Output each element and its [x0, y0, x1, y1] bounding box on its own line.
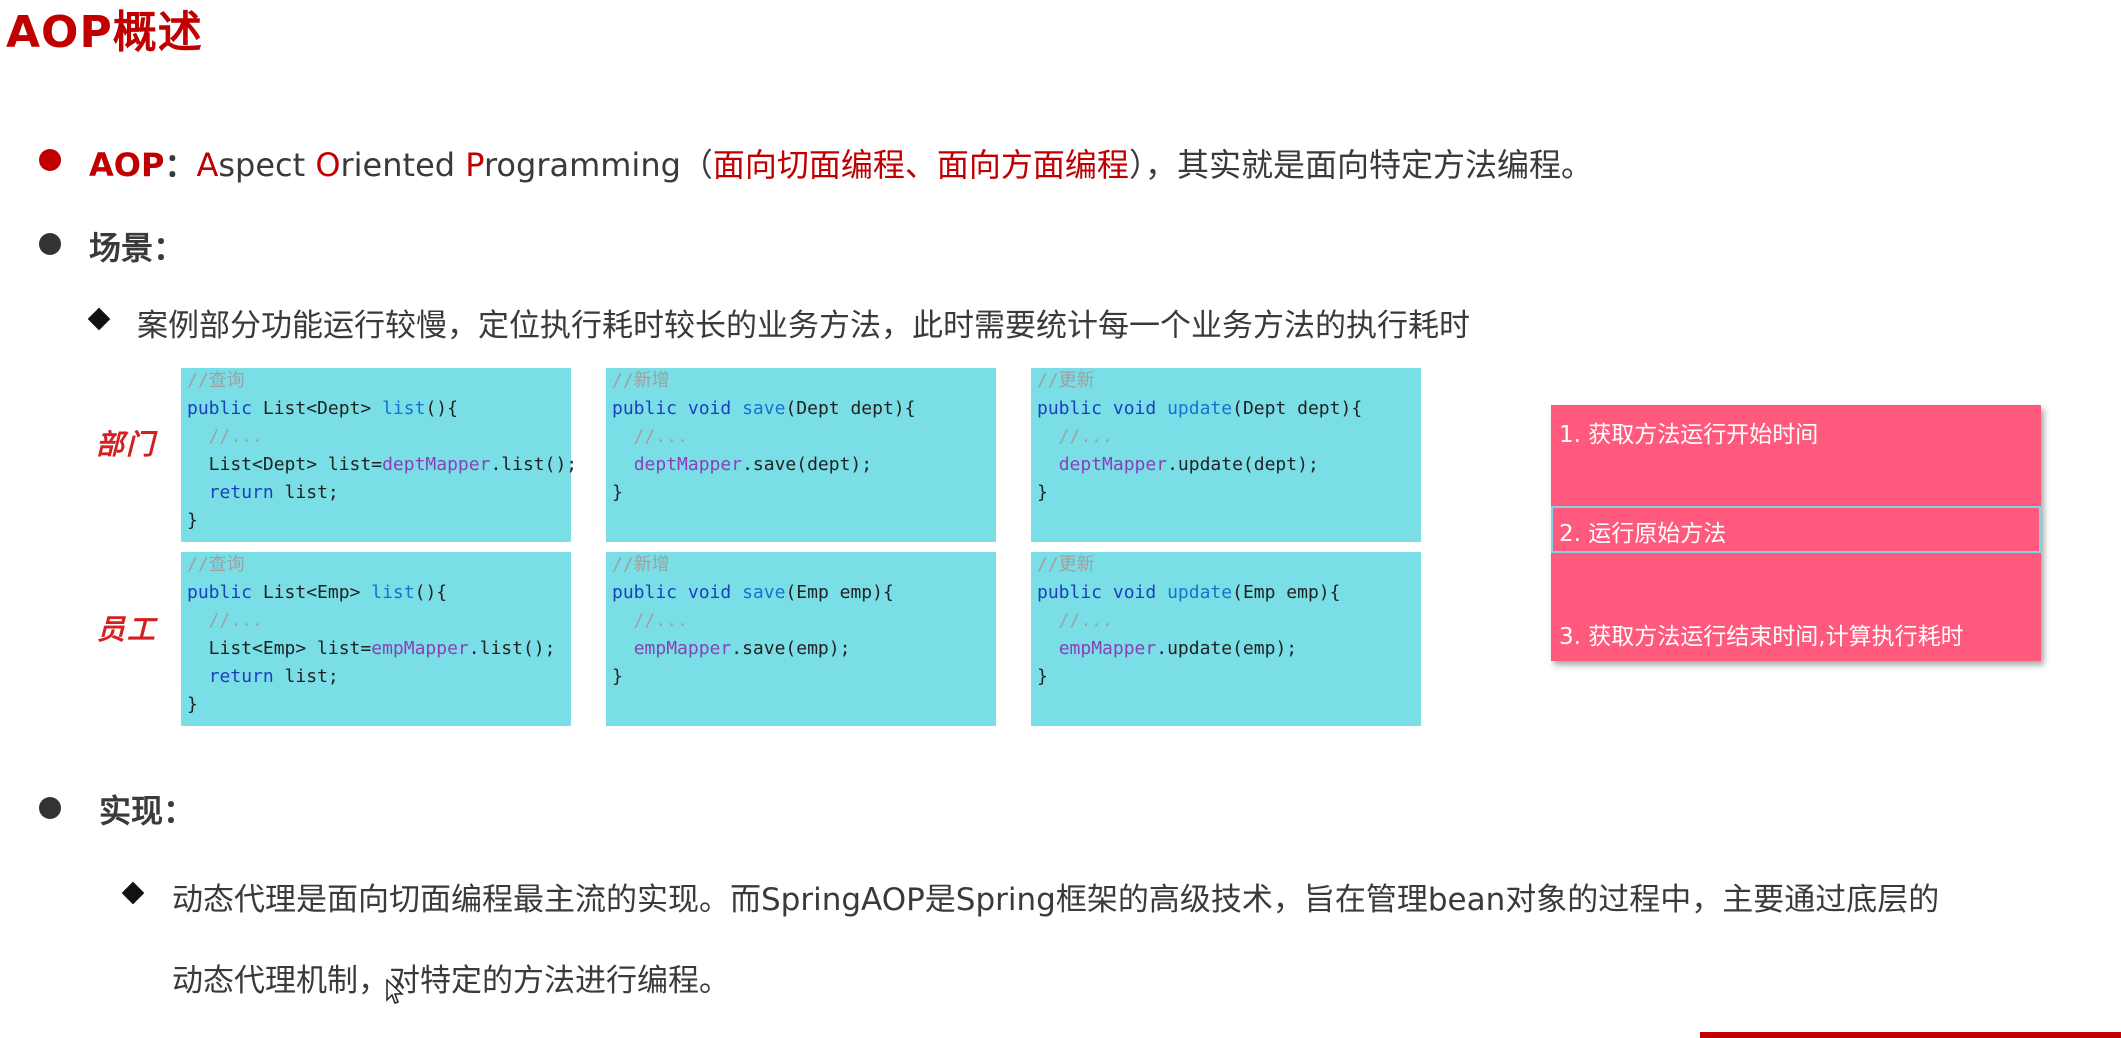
page-title: AOP概述: [6, 7, 203, 58]
code-line: public List<Dept> list(){: [187, 398, 458, 419]
code-box-emp-update: //更新 public void update(Emp emp){ //... …: [1031, 552, 1421, 726]
code-line: empMapper.save(emp);: [633, 638, 851, 659]
code-comment: //新增: [612, 554, 670, 575]
aop-paren-close: ）: [1128, 146, 1145, 184]
aop-letter-o: O: [315, 146, 341, 184]
code-comment: //更新: [1037, 554, 1095, 575]
aop-paren-open: （: [680, 146, 713, 184]
code-line: public void update(Dept dept){: [1037, 398, 1363, 419]
aop-term: AOP: [89, 146, 165, 184]
row-label-emp: 员工: [97, 613, 158, 646]
code-line: List<Dept> list=deptMapper.list();: [187, 454, 578, 475]
code-line: List<Emp> list=empMapper.list();: [187, 638, 556, 659]
code-comment: //...: [187, 426, 263, 447]
code-line: }: [612, 482, 623, 503]
code-line: return list;: [208, 482, 339, 503]
code-comment: //...: [1037, 610, 1113, 631]
code-comment: //查询: [187, 554, 245, 575]
mouse-cursor-icon: [386, 979, 404, 1004]
step-1: 1. 获取方法运行开始时间: [1559, 422, 1819, 448]
aop-rest: ，其实就是面向特定方法编程。: [1144, 146, 1593, 184]
diamond-bullet: [87, 307, 111, 331]
impl-line-1: 动态代理是面向切面编程最主流的实现。而SpringAOP是Spring框架的高级…: [172, 882, 1940, 918]
steps-panel: 1. 获取方法运行开始时间 2. 运行原始方法 3. 获取方法运行结束时间,计算…: [1551, 405, 2041, 661]
aop-letter-p: P: [465, 146, 484, 184]
code-comment: //新增: [612, 370, 670, 391]
bullet-dot: [39, 149, 61, 171]
code-comment: //...: [1037, 426, 1113, 447]
scene-heading: 场景：: [89, 229, 186, 267]
code-line: public void save(Dept dept){: [612, 398, 916, 419]
aop-word-spect: spect: [218, 146, 316, 184]
code-line: public List<Emp> list(){: [187, 582, 448, 603]
diamond-bullet: [121, 881, 145, 905]
code-comment: //...: [612, 610, 688, 631]
code-comment: //查询: [187, 370, 245, 391]
code-box-dept-save: //新增 public void save(Dept dept){ //... …: [606, 368, 996, 542]
code-line: public void save(Emp emp){: [612, 582, 894, 603]
code-comment: //更新: [1037, 370, 1095, 391]
aop-cn-terms: 面向切面编程、面向方面编程: [712, 146, 1129, 184]
scene-item: 案例部分功能运行较慢，定位执行耗时较长的业务方法，此时需要统计每一个业务方法的执…: [137, 308, 1470, 344]
bullet-dot: [39, 797, 61, 819]
step-3: 3. 获取方法运行结束时间,计算执行耗时: [1559, 624, 1964, 650]
code-comment: //...: [187, 610, 263, 631]
aop-letter-a: A: [196, 146, 219, 184]
code-line: }: [612, 666, 623, 687]
aop-colon: ：: [164, 146, 197, 184]
code-comment: //...: [612, 426, 688, 447]
code-line: empMapper.update(emp);: [1058, 638, 1298, 659]
code-line: }: [1037, 666, 1048, 687]
aop-definition: AOP：Aspect Oriented Programming（面向切面编程、面…: [89, 140, 1593, 186]
code-box-dept-list: //查询 public List<Dept> list(){ //... Lis…: [181, 368, 577, 542]
bullet-dot: [39, 233, 61, 255]
aop-word-riented: riented: [340, 146, 466, 184]
step-2: 2. 运行原始方法: [1559, 521, 1727, 547]
impl-line-2: 动态代理机制，对特定的方法进行编程。: [172, 963, 730, 999]
code-box-dept-update: //更新 public void update(Dept dept){ //..…: [1031, 368, 1421, 542]
aop-word-rogramming: rogramming: [483, 146, 681, 184]
row-label-dept: 部门: [96, 428, 157, 461]
code-box-emp-list: //查询 public List<Emp> list(){ //... List…: [181, 552, 571, 726]
impl-heading: 实现：: [99, 792, 196, 830]
code-line: public void update(Emp emp){: [1037, 582, 1341, 603]
code-line: deptMapper.save(dept);: [633, 454, 873, 475]
code-line: return list;: [208, 666, 339, 687]
code-line: }: [187, 510, 198, 531]
code-line: }: [187, 694, 198, 715]
footer-accent-bar: [1700, 1032, 2121, 1038]
code-line: }: [1037, 482, 1048, 503]
code-box-emp-save: //新增 public void save(Emp emp){ //... em…: [606, 552, 996, 726]
code-line: deptMapper.update(dept);: [1058, 454, 1319, 475]
